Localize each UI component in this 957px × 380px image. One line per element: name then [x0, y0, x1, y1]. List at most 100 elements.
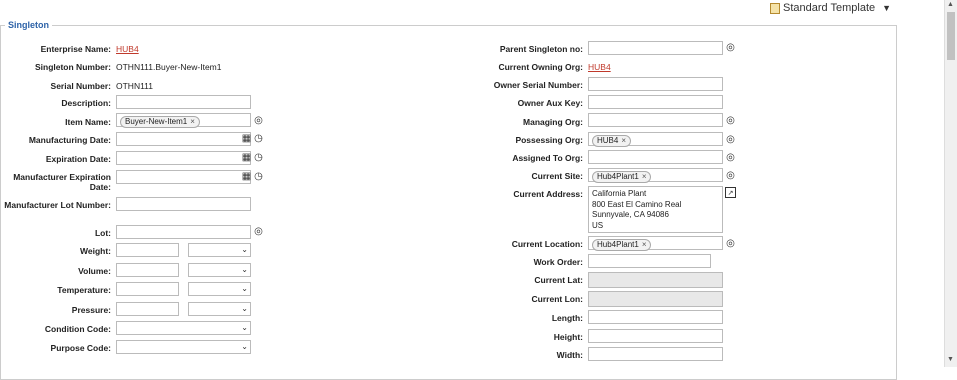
clock-icon[interactable]: ◷ — [253, 171, 264, 182]
address-line: US — [592, 220, 604, 230]
current-site-chip-text: Hub4Plant1 — [597, 172, 639, 181]
search-icon[interactable]: ◎ — [725, 152, 736, 163]
search-icon[interactable]: ◎ — [725, 115, 736, 126]
temperature-unit-select[interactable]: ⌄ — [188, 282, 251, 296]
calendar-icon[interactable]: ▦ — [241, 171, 252, 182]
address-line: Sunnyvale, CA 94086 — [592, 210, 669, 219]
volume-input[interactable] — [116, 263, 179, 277]
expiration-date-label: Expiration Date: — [45, 154, 111, 164]
item-name-chip: Buyer-New-Item1 × — [120, 116, 200, 128]
scrollbar-thumb[interactable] — [947, 12, 955, 60]
chevron-down-icon: ⌄ — [241, 304, 248, 313]
current-lon-input — [588, 291, 723, 307]
possessing-org-label: Possessing Org: — [515, 135, 583, 145]
volume-label: Volume: — [78, 266, 111, 276]
search-icon[interactable]: ◎ — [725, 238, 736, 249]
owner-serial-number-input[interactable] — [588, 77, 723, 91]
owner-aux-key-label: Owner Aux Key: — [517, 98, 583, 108]
chevron-down-icon: ⌄ — [241, 342, 248, 351]
assigned-to-org-input[interactable] — [588, 150, 723, 164]
length-label: Length: — [551, 313, 583, 323]
vertical-scrollbar[interactable]: ▲ ▼ — [944, 0, 957, 367]
width-input[interactable] — [588, 347, 723, 361]
manufacturer-expiration-date-input[interactable] — [116, 170, 251, 184]
manufacturer-lot-number-label: Manufacturer Lot Number: — [4, 200, 111, 210]
length-input[interactable] — [588, 310, 723, 324]
purpose-code-label: Purpose Code: — [50, 343, 111, 353]
scroll-down-icon[interactable]: ▼ — [947, 356, 954, 363]
work-order-input[interactable] — [588, 254, 711, 268]
current-address-box[interactable]: California Plant 800 East El Camino Real… — [588, 186, 723, 233]
item-name-chip-text: Buyer-New-Item1 — [125, 117, 188, 126]
height-label: Height: — [553, 332, 583, 342]
height-input[interactable] — [588, 329, 723, 343]
address-line: California Plant — [592, 189, 647, 198]
search-icon[interactable]: ◎ — [253, 226, 264, 237]
weight-input[interactable] — [116, 243, 179, 257]
remove-icon[interactable]: × — [621, 136, 626, 146]
description-input[interactable] — [116, 95, 251, 109]
search-icon[interactable]: ◎ — [253, 115, 264, 126]
current-site-label: Current Site: — [531, 171, 583, 181]
parent-singleton-no-label: Parent Singleton no: — [499, 44, 583, 54]
possessing-org-chip-text: HUB4 — [597, 136, 619, 145]
remove-icon[interactable]: × — [642, 240, 647, 250]
current-site-chip: Hub4Plant1 × — [592, 171, 652, 183]
lot-label: Lot: — [94, 228, 111, 238]
parent-singleton-no-input[interactable] — [588, 41, 723, 55]
owner-aux-key-input[interactable] — [588, 95, 723, 109]
serial-number-value: OTHN111 — [116, 81, 154, 91]
expiration-date-input[interactable] — [116, 151, 251, 165]
search-icon[interactable]: ◎ — [725, 134, 736, 145]
scroll-up-icon[interactable]: ▲ — [947, 1, 954, 8]
singleton-number-value: OTHN111.Buyer-New-Item1 — [116, 62, 222, 72]
current-lon-label: Current Lon: — [531, 294, 583, 304]
chevron-down-icon[interactable]: ▼ — [882, 3, 891, 13]
section-title: Singleton — [8, 20, 49, 30]
temperature-input[interactable] — [116, 282, 179, 296]
managing-org-input[interactable] — [588, 113, 723, 127]
weight-unit-select[interactable]: ⌄ — [188, 243, 251, 257]
clock-icon[interactable]: ◷ — [253, 133, 264, 144]
enterprise-name-link[interactable]: HUB4 — [116, 44, 139, 54]
possessing-org-chip: HUB4 × — [592, 135, 632, 147]
possessing-org-field[interactable]: HUB4 × — [588, 132, 723, 147]
remove-icon[interactable]: × — [642, 172, 647, 182]
search-icon[interactable]: ◎ — [725, 42, 736, 53]
description-label: Description: — [61, 98, 111, 108]
current-owning-org-label: Current Owning Org: — [498, 62, 583, 72]
current-lat-input — [588, 272, 723, 288]
current-site-field[interactable]: Hub4Plant1 × — [588, 168, 723, 183]
address-picker-icon[interactable]: ↗ — [725, 187, 736, 198]
current-location-chip: Hub4Plant1 × — [592, 239, 652, 251]
manufacturing-date-input[interactable] — [116, 132, 251, 146]
current-lat-label: Current Lat: — [534, 275, 583, 285]
pressure-input[interactable] — [116, 302, 179, 316]
managing-org-label: Managing Org: — [523, 117, 583, 127]
calendar-icon[interactable]: ▦ — [241, 133, 252, 144]
item-name-field[interactable]: Buyer-New-Item1 × — [116, 113, 251, 128]
calendar-icon[interactable]: ▦ — [241, 152, 252, 163]
manufacturer-lot-number-input[interactable] — [116, 197, 251, 211]
remove-icon[interactable]: × — [190, 117, 195, 127]
weight-label: Weight: — [79, 246, 111, 256]
condition-code-select[interactable]: ⌄ — [116, 321, 251, 335]
address-line: 800 East El Camino Real — [592, 199, 682, 209]
chevron-down-icon: ⌄ — [241, 265, 248, 274]
purpose-code-select[interactable]: ⌄ — [116, 340, 251, 354]
current-address-label: Current Address: — [513, 189, 583, 199]
chevron-down-icon: ⌄ — [241, 245, 248, 254]
top-toolbar: Standard Template ▼ — [0, 0, 945, 18]
enterprise-name-label: Enterprise Name: — [40, 44, 111, 54]
pressure-unit-select[interactable]: ⌄ — [188, 302, 251, 316]
template-selector[interactable]: Standard Template ▼ — [770, 2, 891, 14]
volume-unit-select[interactable]: ⌄ — [188, 263, 251, 277]
chevron-down-icon: ⌄ — [241, 284, 248, 293]
current-location-field[interactable]: Hub4Plant1 × — [588, 236, 723, 251]
current-owning-org-link[interactable]: HUB4 — [588, 62, 611, 72]
singleton-number-label: Singleton Number: — [34, 62, 111, 72]
manufacturer-expiration-date-label: Manufacturer Expiration Date: — [13, 172, 111, 192]
lot-input[interactable] — [116, 225, 251, 239]
search-icon[interactable]: ◎ — [725, 170, 736, 181]
clock-icon[interactable]: ◷ — [253, 152, 264, 163]
